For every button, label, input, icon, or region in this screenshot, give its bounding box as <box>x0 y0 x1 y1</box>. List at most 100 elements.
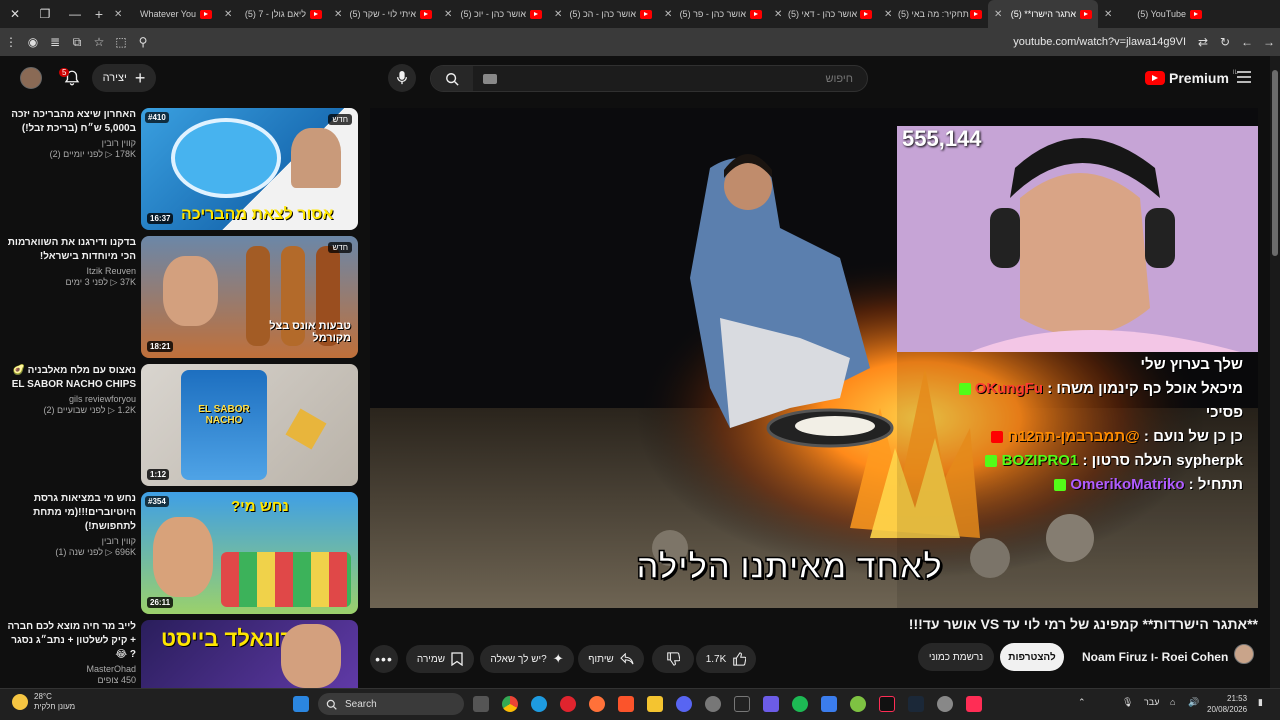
file-explorer-icon[interactable] <box>647 696 663 712</box>
network-icon[interactable]: ⌂ <box>1170 697 1175 707</box>
close-tab-icon[interactable]: ✕ <box>444 9 458 20</box>
profile-icon[interactable]: ◉ <box>22 31 44 53</box>
close-tab-icon[interactable]: ✕ <box>334 9 348 20</box>
weather-widget[interactable]: 28°C מעונן חלקית <box>12 692 75 712</box>
forward-icon[interactable]: → <box>1258 31 1280 53</box>
close-tab-icon[interactable]: ✕ <box>224 9 238 20</box>
search-button[interactable] <box>431 66 473 91</box>
share-button[interactable]: שיתוף <box>578 645 644 673</box>
new-tab-button[interactable]: + <box>90 6 108 22</box>
close-window-icon[interactable]: ✕ <box>0 0 30 28</box>
like-button[interactable]: 1.7K <box>696 645 756 673</box>
join-button[interactable]: להצטרפות <box>1000 643 1064 671</box>
search-input[interactable] <box>497 72 867 85</box>
rec-channel[interactable]: קווין רובין <box>6 536 136 546</box>
site-settings-icon[interactable]: ⇄ <box>1192 31 1214 53</box>
browser-tab[interactable]: ✕ (5) תחקיר: מה באי <box>878 0 988 28</box>
system-clock[interactable]: 21:53 20/08/2026 <box>1207 693 1247 715</box>
bookmark-star-icon[interactable]: ☆ <box>88 31 110 53</box>
close-tab-icon[interactable]: ✕ <box>1104 9 1118 20</box>
settings-gear-icon[interactable] <box>937 696 953 712</box>
close-tab-icon[interactable]: ✕ <box>994 9 1008 20</box>
rec-title[interactable]: בדקנו ודירגנו את השווארמות הכי מיוחדות ב… <box>6 236 136 264</box>
browser-tab[interactable]: ✕ (5) ליאם גולן - 7 <box>218 0 328 28</box>
taskbar-search[interactable]: Search <box>318 693 464 715</box>
discord-icon[interactable] <box>676 696 692 712</box>
youtube-premium-logo[interactable]: Premium IL <box>1145 70 1238 86</box>
tray-chevron-icon[interactable]: ⌃ <box>1078 697 1086 708</box>
epic-games-icon[interactable] <box>734 696 750 712</box>
edge-icon[interactable] <box>531 696 547 712</box>
opera-icon[interactable] <box>560 696 576 712</box>
spotify-icon[interactable] <box>792 696 808 712</box>
hamburger-menu-icon[interactable] <box>1237 71 1251 83</box>
scrollbar-thumb[interactable] <box>1272 70 1278 256</box>
close-tab-icon[interactable]: ✕ <box>554 9 568 20</box>
rec-channel[interactable]: gils reviewforyou <box>6 394 136 404</box>
extensions-icon[interactable]: ⧉ <box>66 31 88 53</box>
channel-owners[interactable]: Noam Firuz ו- Roei Cohen <box>1082 650 1228 664</box>
browser-tab[interactable]: ✕ (5) אושר כהן - יוכ <box>438 0 548 28</box>
app-icon[interactable] <box>821 696 837 712</box>
recommendation-item[interactable]: נאצוס עם מלח מאלבניה 🥑 EL SABOR NACHO CH… <box>0 364 360 486</box>
subscribed-button[interactable]: נרשמת כמוני <box>918 643 994 671</box>
restore-window-icon[interactable]: ❐ <box>30 0 60 28</box>
reload-icon[interactable]: ↻ <box>1214 31 1236 53</box>
screenshot-icon[interactable]: ⬚ <box>110 31 132 53</box>
url-field[interactable]: youtube.com/watch?v=jlawa14g9VI <box>154 36 1192 48</box>
chat-app-icon[interactable] <box>850 696 866 712</box>
brave-icon[interactable] <box>618 696 634 712</box>
rec-thumbnail[interactable]: EL SABOR NACHO 1:12 <box>141 364 358 486</box>
browser-tab[interactable]: ✕ (5) איתי לוי - שקר <box>328 0 438 28</box>
notifications-icon[interactable]: ▮ <box>1258 697 1263 708</box>
browser-tab-active[interactable]: ✕ (5) **אתגר הישרו <box>988 0 1098 28</box>
rec-title[interactable]: נחש מי במציאות גרסת היוטיוברים!!!(מי מתח… <box>6 492 136 534</box>
close-tab-icon[interactable]: ✕ <box>774 9 788 20</box>
recommendation-item[interactable]: בדקנו ודירגנו את השווארמות הכי מיוחדות ב… <box>0 236 360 358</box>
avatar[interactable] <box>20 67 42 89</box>
close-tab-icon[interactable]: ✕ <box>884 9 898 20</box>
firefox-icon[interactable] <box>589 696 605 712</box>
browser-tab[interactable]: ✕ (5) YouTube <box>1098 0 1208 28</box>
rec-thumbnail[interactable]: טבעות אונס בצל מקורמל חדש 18:21 <box>141 236 358 358</box>
browser-tab[interactable]: ✕ (5) אושר כהן - דאי <box>768 0 878 28</box>
channel-avatar[interactable] <box>1234 644 1254 664</box>
volume-icon[interactable]: 🔊 <box>1188 697 1199 708</box>
rec-channel[interactable]: MasterOhad <box>6 664 136 674</box>
close-tab-icon[interactable]: ✕ <box>664 9 678 20</box>
ask-button[interactable]: יש לך שאלה? ✦ <box>480 645 574 673</box>
recommendation-item[interactable]: נחש מי במציאות גרסת היוטיוברים!!!(מי מתח… <box>0 492 360 614</box>
browser-tab[interactable]: ✕ (5) אושר כהן - הכ <box>548 0 658 28</box>
back-icon[interactable]: ← <box>1236 31 1258 53</box>
keyboard-icon[interactable] <box>483 73 497 84</box>
rec-title[interactable]: לייב מר חיה מוצא לכם חברה + קיק לשלטון +… <box>6 620 136 662</box>
recommendation-item[interactable]: האחרון שיצא מהבריכה יזכה ב5,000 ש״ח (ברי… <box>0 108 360 230</box>
task-view-icon[interactable] <box>473 696 489 712</box>
steam-icon[interactable] <box>908 696 924 712</box>
page-scrollbar[interactable] <box>1270 56 1280 688</box>
save-button[interactable]: שמירה <box>406 645 474 673</box>
rec-thumbnail[interactable]: רונאלד בייסט <box>141 620 358 688</box>
tiktok-studio-icon[interactable] <box>966 696 982 712</box>
close-tab-icon[interactable]: ✕ <box>114 9 128 20</box>
reading-list-icon[interactable]: ≣ <box>44 31 66 53</box>
rec-title[interactable]: נאצוס עם מלח מאלבניה 🥑 EL SABOR NACHO CH… <box>6 364 136 392</box>
microphone-tray-icon[interactable]: 🎙 <box>1122 697 1133 708</box>
browser-tab[interactable]: ✕ (5) אושר כהן - פר <box>658 0 768 28</box>
rec-channel[interactable]: Itzik Reuven <box>6 266 136 276</box>
app-grid-icon[interactable] <box>763 696 779 712</box>
browser-tab[interactable]: ✕ Whatever You <box>108 0 218 28</box>
recommendation-item[interactable]: לייב מר חיה מוצא לכם חברה + קיק לשלטון +… <box>0 620 360 688</box>
create-button[interactable]: יצירה + <box>92 64 156 92</box>
more-actions-button[interactable]: ••• <box>370 645 398 673</box>
minimize-window-icon[interactable]: — <box>60 0 90 28</box>
menu-dots-icon[interactable]: ⋮ <box>0 31 22 53</box>
rec-thumbnail[interactable]: נחש מי? #354 26:11 <box>141 492 358 614</box>
tiktok-icon[interactable] <box>879 696 895 712</box>
zoom-icon[interactable]: ⚲ <box>132 31 154 53</box>
rec-channel[interactable]: קווין רובין <box>6 138 136 148</box>
github-icon[interactable] <box>705 696 721 712</box>
dislike-button[interactable] <box>652 645 694 673</box>
chrome-icon[interactable] <box>502 696 518 712</box>
windows-start-icon[interactable] <box>293 696 309 712</box>
